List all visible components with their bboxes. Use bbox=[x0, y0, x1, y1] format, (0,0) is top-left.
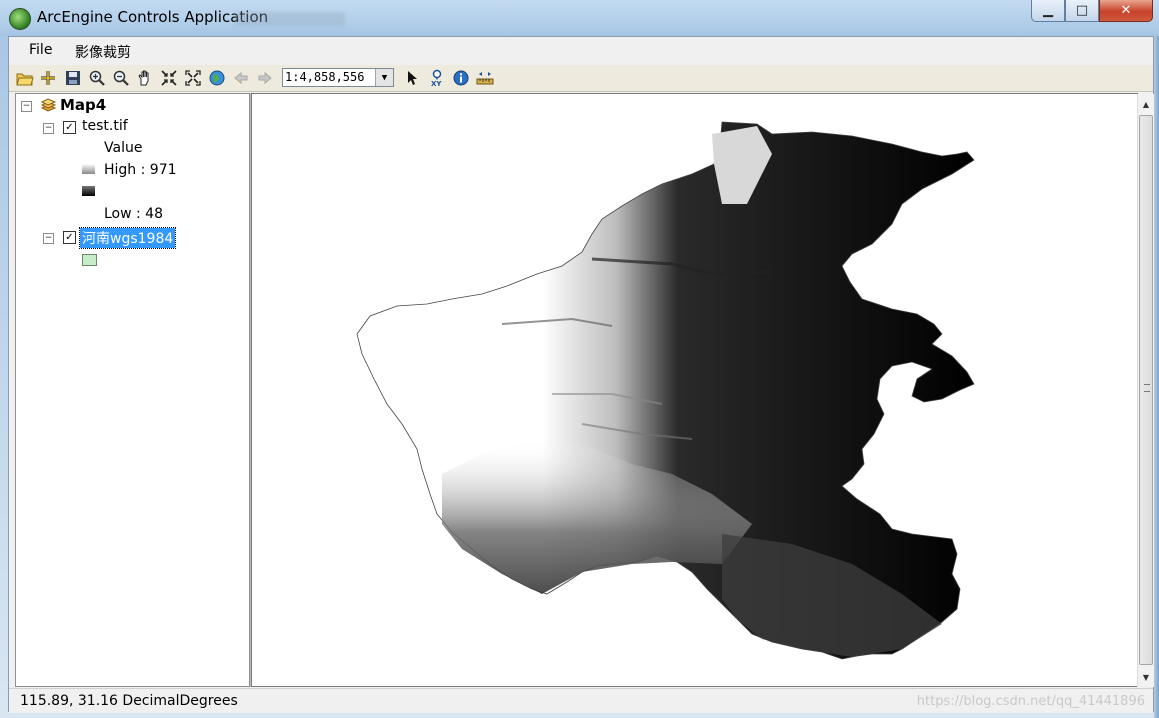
application-window: ArcEngine Controls Application ▁ □ ✕ Fil… bbox=[0, 0, 1159, 718]
layer-name-henan-wgs1984[interactable]: 河南wgs1984 bbox=[78, 227, 177, 249]
layer-visibility-checkbox[interactable]: ✓ bbox=[63, 231, 76, 244]
collapse-layer-expander[interactable]: − bbox=[43, 123, 54, 134]
save-icon[interactable] bbox=[64, 69, 82, 87]
background-window-ghost bbox=[235, 12, 345, 26]
go-to-xy-icon[interactable]: XY bbox=[428, 69, 446, 87]
menu-file[interactable]: File bbox=[29, 42, 52, 58]
scrollbar-thumb[interactable] bbox=[1139, 115, 1153, 665]
menu-image-clip[interactable]: 影像裁剪 bbox=[75, 42, 131, 62]
collapse-map-expander[interactable]: − bbox=[21, 101, 32, 112]
measure-icon[interactable] bbox=[476, 69, 494, 87]
collapse-layer-expander[interactable]: − bbox=[43, 233, 54, 244]
legend-low-label: Low : 48 bbox=[104, 206, 164, 222]
chevron-down-icon[interactable]: ▼ bbox=[375, 69, 393, 86]
layer-fill-swatch bbox=[82, 254, 97, 266]
window-title: ArcEngine Controls Application bbox=[37, 8, 269, 26]
open-icon[interactable] bbox=[16, 69, 34, 87]
svg-text:XY: XY bbox=[431, 80, 442, 87]
back-icon[interactable] bbox=[232, 69, 250, 87]
fixed-zoom-out-icon[interactable] bbox=[184, 69, 202, 87]
fixed-zoom-in-icon[interactable] bbox=[160, 69, 178, 87]
maximize-button[interactable]: □ bbox=[1065, 0, 1099, 22]
map-vertical-scrollbar[interactable]: ▲ ▼ bbox=[1137, 94, 1154, 687]
add-data-icon[interactable] bbox=[40, 69, 58, 87]
identify-icon[interactable] bbox=[452, 69, 470, 87]
table-of-contents: − Map4 − ✓ test.tif Value High : 971 Low… bbox=[15, 93, 250, 687]
client-area: File 影像裁剪 1:4,858,556 ▼ XY − Map4 − ✓ te… bbox=[8, 36, 1154, 713]
legend-heading: Value bbox=[104, 140, 143, 156]
toolbar: 1:4,858,556 ▼ XY bbox=[9, 65, 1153, 92]
map-scale-combobox[interactable]: 1:4,858,556 ▼ bbox=[282, 68, 394, 87]
map-scale-value: 1:4,858,556 bbox=[285, 70, 365, 84]
scroll-up-arrow-icon[interactable]: ▲ bbox=[1138, 96, 1154, 112]
henan-boundary-polygon bbox=[356, 121, 975, 660]
select-icon[interactable] bbox=[404, 69, 422, 87]
dem-raster-map bbox=[356, 121, 975, 660]
legend-high-swatch bbox=[82, 164, 95, 174]
status-bar: 115.89, 31.16 DecimalDegrees https://blo… bbox=[9, 688, 1153, 713]
legend-low-swatch bbox=[82, 186, 95, 196]
window-border bbox=[1154, 36, 1159, 718]
title-bar[interactable]: ArcEngine Controls Application ▁ □ ✕ bbox=[0, 0, 1159, 36]
zoom-in-icon[interactable] bbox=[88, 69, 106, 87]
map-name[interactable]: Map4 bbox=[60, 96, 106, 114]
map-layers-icon bbox=[40, 98, 57, 116]
scroll-down-arrow-icon[interactable]: ▼ bbox=[1138, 669, 1154, 685]
pan-icon[interactable] bbox=[136, 69, 154, 87]
layer-name-test-tif[interactable]: test.tif bbox=[82, 118, 128, 134]
minimize-button[interactable]: ▁ bbox=[1031, 0, 1065, 22]
close-button[interactable]: ✕ bbox=[1099, 0, 1153, 22]
forward-icon[interactable] bbox=[256, 69, 274, 87]
cursor-coordinates: 115.89, 31.16 DecimalDegrees bbox=[20, 693, 238, 709]
layer-visibility-checkbox[interactable]: ✓ bbox=[63, 121, 76, 134]
menu-bar: File 影像裁剪 bbox=[9, 37, 1153, 63]
map-view[interactable] bbox=[251, 93, 1138, 687]
full-extent-icon[interactable] bbox=[208, 69, 226, 87]
globe-app-icon bbox=[9, 8, 31, 30]
zoom-out-icon[interactable] bbox=[112, 69, 130, 87]
watermark: https://blog.csdn.net/qq_41441896 bbox=[916, 694, 1145, 709]
legend-high-label: High : 971 bbox=[104, 162, 177, 178]
